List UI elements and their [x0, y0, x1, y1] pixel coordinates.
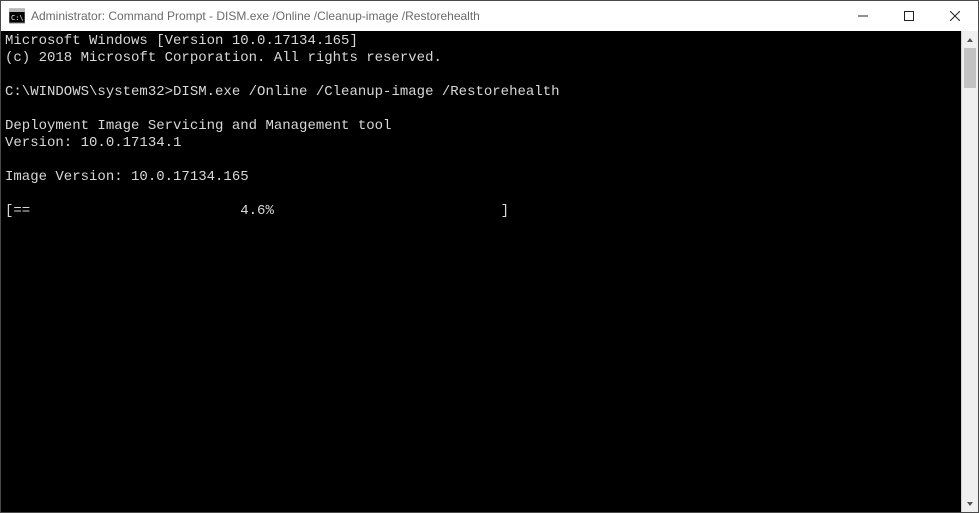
console-line: Microsoft Windows [Version 10.0.17134.16…: [5, 33, 358, 49]
cmd-icon: C:\: [9, 8, 25, 24]
scroll-up-button[interactable]: [962, 31, 978, 48]
console-line: Version: 10.0.17134.1: [5, 135, 181, 151]
close-button[interactable]: [932, 1, 978, 31]
titlebar[interactable]: C:\ Administrator: Command Prompt - DISM…: [1, 1, 978, 31]
terminal-output[interactable]: Microsoft Windows [Version 10.0.17134.16…: [1, 31, 961, 512]
console-line: Image Version: 10.0.17134.165: [5, 169, 249, 185]
console-line: C:\WINDOWS\system32>DISM.exe /Online /Cl…: [5, 84, 560, 100]
scrollbar-thumb[interactable]: [964, 48, 976, 88]
progress-line: [== 4.6% ]: [5, 203, 509, 219]
svg-text:C:\: C:\: [11, 14, 24, 22]
minimize-button[interactable]: [840, 1, 886, 31]
window-title: Administrator: Command Prompt - DISM.exe…: [31, 9, 480, 23]
console-line: (c) 2018 Microsoft Corporation. All righ…: [5, 50, 442, 66]
scroll-down-button[interactable]: [962, 495, 978, 512]
scrollbar-track[interactable]: [962, 48, 978, 495]
command-prompt-window: C:\ Administrator: Command Prompt - DISM…: [0, 0, 979, 513]
window-controls: [840, 1, 978, 31]
console-line: Deployment Image Servicing and Managemen…: [5, 118, 391, 134]
maximize-button[interactable]: [886, 1, 932, 31]
client-area: Microsoft Windows [Version 10.0.17134.16…: [1, 31, 978, 512]
vertical-scrollbar[interactable]: [961, 31, 978, 512]
